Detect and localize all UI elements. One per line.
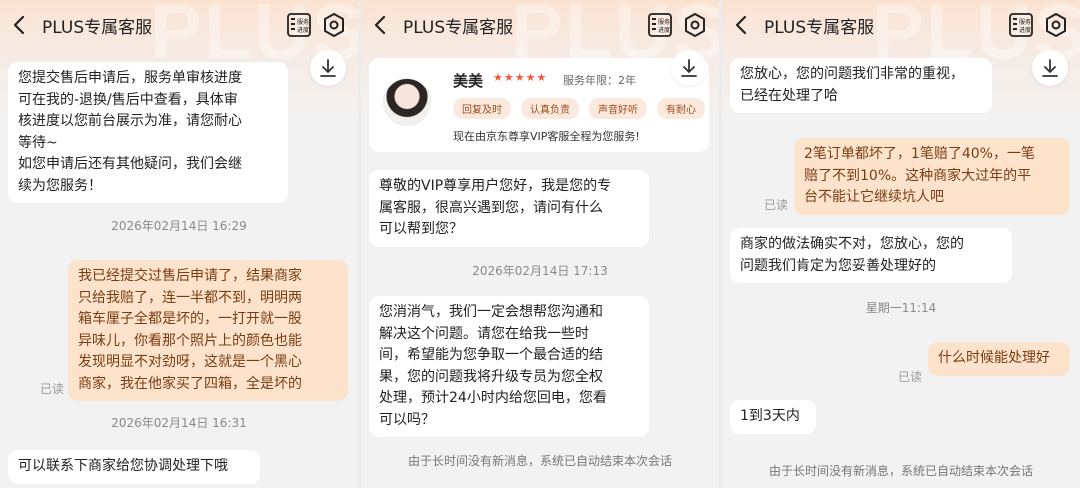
message-line: 可在我的-退换/售后中查看，具体审	[18, 91, 238, 108]
rating-stars-icon: ★★★★★	[493, 71, 548, 84]
message-line: 赔了不到10%。这种商家大过年的平	[804, 167, 1032, 184]
page-title: PLUS专属客服	[764, 18, 875, 38]
vip-service-note: 现在由京东尊享VIP客服全程为您服务!	[453, 130, 640, 143]
message-line: 等待~	[18, 134, 58, 151]
service-progress-icon[interactable]: 服务 进度	[1008, 12, 1034, 38]
chat-panel-3: PLUS PLUS专属客服 服务 进度 您放心，您的问题我们非常的重视， 已经在…	[722, 0, 1080, 488]
message-line: 间，希望能为您争取一个最合适的结	[379, 347, 603, 363]
message-line: 您消消气，我们一定会想帮您沟通和	[379, 304, 603, 320]
timestamp: 2026年02月14日 17:13	[472, 264, 608, 278]
user-message: 2笔订单都坏了，1笔赔了40%，一笔 赔了不到10%。这种商家大过年的平 台不能…	[794, 138, 1070, 215]
agent-tags: 回复及时 认真负责 声音好听 有耐心	[453, 98, 705, 119]
download-icon	[681, 59, 697, 77]
back-arrow-icon[interactable]	[732, 12, 752, 38]
message-line: 如您申请后还有其他疑问，我们会继	[18, 156, 242, 172]
timestamp: 星期一11:14	[865, 301, 937, 315]
message-line: 台不能让它继续坑人吧	[804, 189, 944, 205]
message-line: 续为您服务！	[18, 177, 102, 194]
agent-avatar[interactable]	[383, 78, 431, 126]
top-bar: PLUS专属客服 服务 进度	[722, 0, 1080, 50]
message-line: 发现明显不对劲呀，这就是一个黑心	[78, 354, 302, 370]
back-arrow-icon[interactable]	[371, 12, 391, 38]
agent-message: 您消消气，我们一定会想帮您沟通和 解决这个问题。请您在给我一些时 间，希望能为您…	[369, 296, 649, 437]
user-message: 我已经提交过售后申请了，结果商家 只给我赔了，连一半都不到，明明两 箱车厘子全都…	[68, 260, 348, 401]
agent-tag: 有耐心	[657, 98, 705, 119]
agent-message: 可以联系下商家给您协调处理下哦	[8, 450, 260, 484]
message-line: 属客服，很高兴遇到您，请问有什么	[379, 199, 603, 216]
session-ended-note: 由于长时间没有新消息，系统已自动结束本次会话	[407, 454, 672, 468]
message-line: 2笔订单都坏了，1笔赔了40%，一笔	[804, 146, 1035, 162]
service-progress-icon[interactable]: 服务 进度	[286, 12, 312, 38]
agent-message: 商家的做法确实不对，您放心，您的 问题我们肯定为您妥善处理好的	[730, 228, 1012, 283]
download-button[interactable]	[1032, 50, 1068, 86]
settings-hex-icon[interactable]	[1044, 12, 1068, 38]
download-icon	[320, 59, 336, 77]
progress-label-1: 服务	[1019, 18, 1031, 26]
agent-profile-card: 美美 ★★★★★ 服务年限：2年 回复及时 认真负责 声音好听 有耐心 现在由京…	[369, 58, 709, 152]
message-line: 可以联系下商家给您协调处理下哦	[18, 458, 228, 474]
timestamp: 2026年02月14日 16:31	[111, 416, 247, 430]
message-line: 只给我赔了，连一半都不到，明明两	[78, 289, 302, 306]
top-bar: PLUS专属客服 服务 进度	[361, 0, 719, 50]
download-button[interactable]	[310, 50, 346, 86]
message-line: 什么时候能处理好	[938, 350, 1050, 366]
message-line: 异味儿，你看那个照片上的颜色也能	[78, 332, 302, 349]
download-button[interactable]	[671, 50, 707, 86]
message-line: 解决这个问题。请您在给我一些时	[379, 325, 589, 342]
chat-panel-1: PLUS PLUS专属客服 服务 进度 您提交售后申请后，服务单审核进度 可在我…	[0, 0, 358, 488]
timestamp: 2026年02月14日 16:29	[111, 219, 247, 233]
message-line: 1到3天内	[740, 408, 800, 424]
agent-message: 您放心，您的问题我们非常的重视， 已经在处理了哈	[730, 58, 992, 113]
read-receipt: 已读	[764, 198, 789, 212]
top-bar: PLUS专属客服 服务 进度	[0, 0, 358, 50]
settings-hex-icon[interactable]	[683, 12, 707, 38]
message-line: 您放心，您的问题我们非常的重视，	[740, 66, 964, 82]
chat-panel-2: PLUS PLUS专属客服 服务 进度 美美 ★★★★★ 服务年限：2年 回复及…	[361, 0, 719, 488]
agent-tag: 认真负责	[521, 98, 579, 119]
download-icon	[1042, 59, 1058, 77]
page-title: PLUS专属客服	[403, 18, 514, 38]
agent-tag: 回复及时	[453, 98, 511, 119]
message-line: 商家，我在他家买了四箱，全是坏的	[78, 375, 302, 392]
service-tenure: 服务年限：2年	[563, 74, 636, 87]
message-line: 商家的做法确实不对，您放心，您的	[740, 236, 964, 252]
read-receipt: 已读	[898, 370, 923, 384]
message-line: 可以帮到您？	[379, 221, 463, 237]
message-line: 核进度以您前台展示为准，请您耐心	[18, 113, 242, 129]
message-line: 尊敬的VIP尊享用户您好，我是您的专	[379, 178, 612, 194]
message-line: 我已经提交过售后申请了，结果商家	[78, 268, 302, 284]
message-line: 箱车厘子全都是坏的，一打开就一股	[78, 311, 302, 327]
progress-label-1: 服务	[297, 18, 309, 26]
message-line: 可以吗？	[379, 411, 435, 428]
agent-message: 您提交售后申请后，服务单审核进度 可在我的-退换/售后中查看，具体审 核进度以您…	[8, 62, 288, 203]
agent-message: 尊敬的VIP尊享用户您好，我是您的专 属客服，很高兴遇到您，请问有什么 可以帮到…	[369, 170, 649, 247]
progress-label-2: 进度	[297, 26, 309, 34]
progress-label-1: 服务	[658, 18, 670, 26]
message-line: 问题我们肯定为您妥善处理好的	[740, 257, 936, 274]
message-line: 处理，预计24小时内给您回电，您看	[379, 390, 607, 406]
progress-label-2: 进度	[1019, 26, 1031, 34]
progress-label-2: 进度	[658, 26, 670, 34]
user-message: 什么时候能处理好	[928, 342, 1070, 376]
agent-tag: 声音好听	[589, 98, 647, 119]
message-line: 果，您的问题我将升级专员为您全权	[379, 368, 603, 385]
page-title: PLUS专属客服	[42, 18, 153, 38]
message-line: 您提交售后申请后，服务单审核进度	[18, 70, 242, 86]
agent-name: 美美	[453, 72, 484, 90]
message-line: 已经在处理了哈	[740, 87, 838, 104]
read-receipt: 已读	[40, 382, 65, 396]
service-progress-icon[interactable]: 服务 进度	[647, 12, 673, 38]
back-arrow-icon[interactable]	[10, 12, 30, 38]
agent-message: 1到3天内	[730, 400, 816, 434]
session-ended-note: 由于长时间没有新消息，系统已自动结束本次会话	[768, 464, 1033, 478]
settings-hex-icon[interactable]	[322, 12, 346, 38]
